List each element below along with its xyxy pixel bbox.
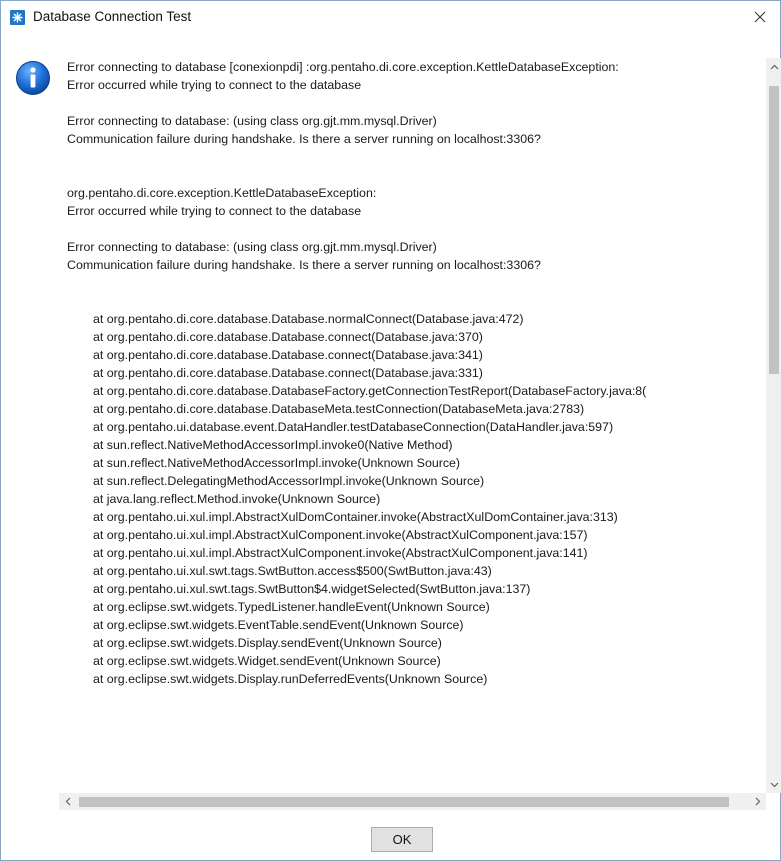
message-line <box>67 94 646 112</box>
message-line <box>67 292 646 310</box>
chevron-down-icon <box>770 782 778 787</box>
stack-trace-line: at org.eclipse.swt.widgets.EventTable.se… <box>93 618 464 632</box>
stack-trace-line: at org.eclipse.swt.widgets.Widget.sendEv… <box>93 654 441 668</box>
stack-trace-line: at org.pentaho.ui.xul.impl.AbstractXulCo… <box>93 528 588 542</box>
stack-trace-line: at org.pentaho.ui.database.event.DataHan… <box>93 420 614 434</box>
message-lines: Error connecting to database [conexionpd… <box>67 58 646 688</box>
message-line <box>67 274 646 292</box>
message-line: Error occurred while trying to connect t… <box>67 78 362 92</box>
close-button[interactable] <box>740 1 780 33</box>
message-line: Error connecting to database [conexionpd… <box>67 60 619 74</box>
horizontal-scrollbar[interactable] <box>59 793 766 810</box>
vertical-scroll-thumb[interactable] <box>769 86 779 374</box>
ok-button[interactable]: OK <box>371 827 433 852</box>
info-icon <box>15 60 51 96</box>
stack-trace-line: at org.pentaho.di.core.database.Database… <box>93 366 483 380</box>
chevron-up-icon <box>770 64 778 69</box>
chevron-left-icon <box>65 797 70 806</box>
stack-trace-line: at sun.reflect.NativeMethodAccessorImpl.… <box>93 456 461 470</box>
message-line: org.pentaho.di.core.exception.KettleData… <box>67 186 377 200</box>
stack-trace-line: at sun.reflect.DelegatingMethodAccessorI… <box>93 474 485 488</box>
message-line <box>67 220 646 238</box>
stack-trace-line: at org.pentaho.di.core.database.Database… <box>93 384 647 398</box>
stack-trace-line: at org.pentaho.di.core.database.Database… <box>93 348 483 362</box>
message-line <box>67 166 646 184</box>
vertical-scrollbar[interactable] <box>766 58 781 793</box>
message-line: Communication failure during handshake. … <box>67 258 541 272</box>
window-title: Database Connection Test <box>33 9 192 24</box>
close-icon <box>754 11 766 23</box>
stack-trace-line: at org.pentaho.ui.xul.impl.AbstractXulCo… <box>93 546 588 560</box>
message-line: Error connecting to database: (using cla… <box>67 114 437 128</box>
stack-trace-line: at org.eclipse.swt.widgets.Display.sendE… <box>93 636 442 650</box>
stack-trace-line: at org.pentaho.di.core.database.Database… <box>93 312 524 326</box>
message-text-area[interactable]: Error connecting to database [conexionpd… <box>59 58 766 793</box>
scroll-up-button[interactable] <box>766 58 781 75</box>
stack-trace-line: at org.pentaho.di.core.database.Database… <box>93 330 483 344</box>
stack-trace-line: at sun.reflect.NativeMethodAccessorImpl.… <box>93 438 453 452</box>
scroll-down-button[interactable] <box>766 776 781 793</box>
scroll-right-button[interactable] <box>749 793 766 810</box>
message-line: Error occurred while trying to connect t… <box>67 204 362 218</box>
stack-trace-line: at org.pentaho.ui.xul.swt.tags.SwtButton… <box>93 582 531 596</box>
message-line <box>67 148 646 166</box>
stack-trace-line: at org.eclipse.swt.widgets.Display.runDe… <box>93 672 488 686</box>
dialog-window: Database Connection Test Error connectin… <box>0 0 781 861</box>
scroll-left-button[interactable] <box>59 793 76 810</box>
message-line: Communication failure during handshake. … <box>67 132 541 146</box>
title-bar[interactable]: Database Connection Test <box>1 1 780 33</box>
horizontal-scroll-thumb[interactable] <box>79 797 729 807</box>
stack-trace-line: at org.pentaho.ui.xul.impl.AbstractXulDo… <box>93 510 618 524</box>
app-icon <box>10 10 25 25</box>
stack-trace-line: at java.lang.reflect.Method.invoke(Unkno… <box>93 492 381 506</box>
chevron-right-icon <box>755 797 760 806</box>
stack-trace-line: at org.pentaho.ui.xul.swt.tags.SwtButton… <box>93 564 492 578</box>
message-line: Error connecting to database: (using cla… <box>67 240 437 254</box>
stack-trace-line: at org.eclipse.swt.widgets.TypedListener… <box>93 600 490 614</box>
stack-trace-line: at org.pentaho.di.core.database.Database… <box>93 402 585 416</box>
